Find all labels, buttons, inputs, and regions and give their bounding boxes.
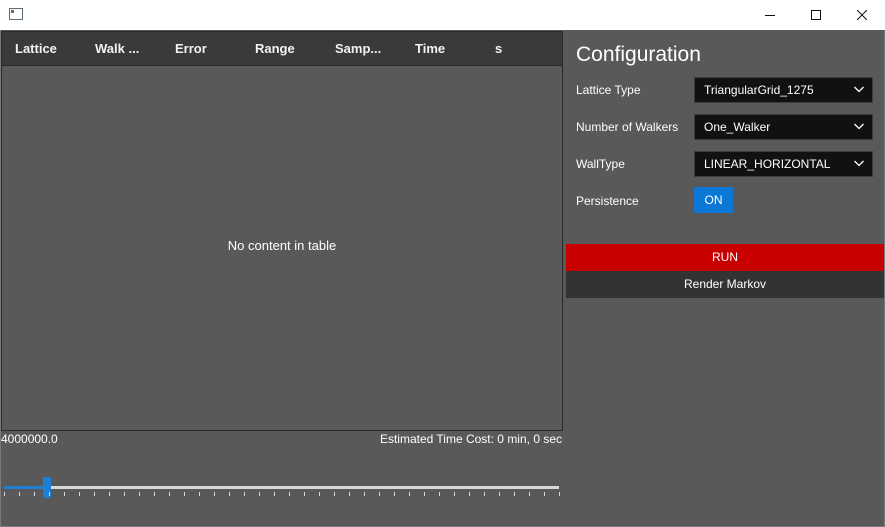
lattice-type-value: TriangularGrid_1275 xyxy=(704,83,814,97)
walkers-dropdown[interactable]: One_Walker xyxy=(694,114,873,140)
slider-tick xyxy=(484,492,485,496)
configuration-title: Configuration xyxy=(576,43,701,66)
walkers-label: Number of Walkers xyxy=(576,120,679,134)
slider-tick xyxy=(184,492,185,496)
persistence-label: Persistence xyxy=(576,194,639,208)
run-button[interactable]: RUN xyxy=(566,244,884,271)
estimated-time-cost: Estimated Time Cost: 0 min, 0 sec xyxy=(379,432,562,446)
column-header-range[interactable]: Range xyxy=(255,32,295,65)
lattice-type-dropdown[interactable]: TriangularGrid_1275 xyxy=(694,77,873,103)
slider-tick xyxy=(79,492,80,496)
slider-tick xyxy=(4,492,5,496)
title-bar xyxy=(0,0,885,30)
empty-table-message: No content in table xyxy=(227,238,337,253)
slider-tick xyxy=(454,492,455,496)
column-header-error[interactable]: Error xyxy=(175,32,207,65)
wall-type-dropdown[interactable]: LINEAR_HORIZONTAL xyxy=(694,151,873,177)
slider-tick xyxy=(514,492,515,496)
slider-tick xyxy=(439,492,440,496)
slider-tick xyxy=(409,492,410,496)
column-header-walkers[interactable]: Walk ... xyxy=(95,32,139,65)
slider-tick xyxy=(559,492,560,496)
minimize-button[interactable] xyxy=(747,0,793,30)
wall-type-label: WallType xyxy=(576,157,625,171)
maximize-icon xyxy=(811,10,821,20)
slider-tick xyxy=(109,492,110,496)
slider-tick xyxy=(49,492,50,496)
render-markov-button[interactable]: Render Markov xyxy=(566,271,884,298)
slider-tick xyxy=(529,492,530,496)
slider-tick xyxy=(424,492,425,496)
persistence-toggle[interactable]: ON xyxy=(694,187,733,213)
slider-tick xyxy=(154,492,155,496)
slider-tick xyxy=(289,492,290,496)
slider-fill xyxy=(4,486,47,489)
slider-tick xyxy=(199,492,200,496)
slider-tick xyxy=(169,492,170,496)
slider-tick xyxy=(259,492,260,496)
slider-tick xyxy=(244,492,245,496)
chevron-down-icon xyxy=(854,160,864,167)
slider-tick xyxy=(139,492,140,496)
results-table[interactable]: Lattice Walk ... Error Range Samp... Tim… xyxy=(1,31,563,431)
slider-tick xyxy=(274,492,275,496)
close-icon xyxy=(857,10,867,20)
slider-tick xyxy=(319,492,320,496)
slider-tick xyxy=(94,492,95,496)
column-header-samples[interactable]: Samp... xyxy=(335,32,381,65)
slider-tick xyxy=(334,492,335,496)
slider-track[interactable] xyxy=(4,486,559,489)
slider-value: 4000000.0 xyxy=(1,432,58,446)
slider-tick xyxy=(214,492,215,496)
maximize-button[interactable] xyxy=(793,0,839,30)
column-header-lattice[interactable]: Lattice xyxy=(15,32,57,65)
wall-type-value: LINEAR_HORIZONTAL xyxy=(704,157,831,171)
slider-tick xyxy=(304,492,305,496)
table-header: Lattice Walk ... Error Range Samp... Tim… xyxy=(2,32,562,66)
slider-tick xyxy=(499,492,500,496)
slider-tick xyxy=(124,492,125,496)
slider-tick xyxy=(229,492,230,496)
chevron-down-icon xyxy=(854,123,864,130)
lattice-type-label: Lattice Type xyxy=(576,83,641,97)
slider-tick xyxy=(19,492,20,496)
slider-tick xyxy=(349,492,350,496)
app-icon xyxy=(9,8,23,20)
close-button[interactable] xyxy=(839,0,885,30)
chevron-down-icon xyxy=(854,86,864,93)
column-header-s[interactable]: s xyxy=(495,32,502,65)
slider-tick xyxy=(379,492,380,496)
slider-tick xyxy=(394,492,395,496)
slider-tick xyxy=(469,492,470,496)
slider-tick xyxy=(544,492,545,496)
samples-slider[interactable] xyxy=(4,474,560,500)
slider-tick xyxy=(64,492,65,496)
slider-tick xyxy=(34,492,35,496)
column-header-time[interactable]: Time xyxy=(415,32,445,65)
slider-tick xyxy=(364,492,365,496)
minimize-icon xyxy=(765,15,775,16)
walkers-value: One_Walker xyxy=(704,120,771,134)
